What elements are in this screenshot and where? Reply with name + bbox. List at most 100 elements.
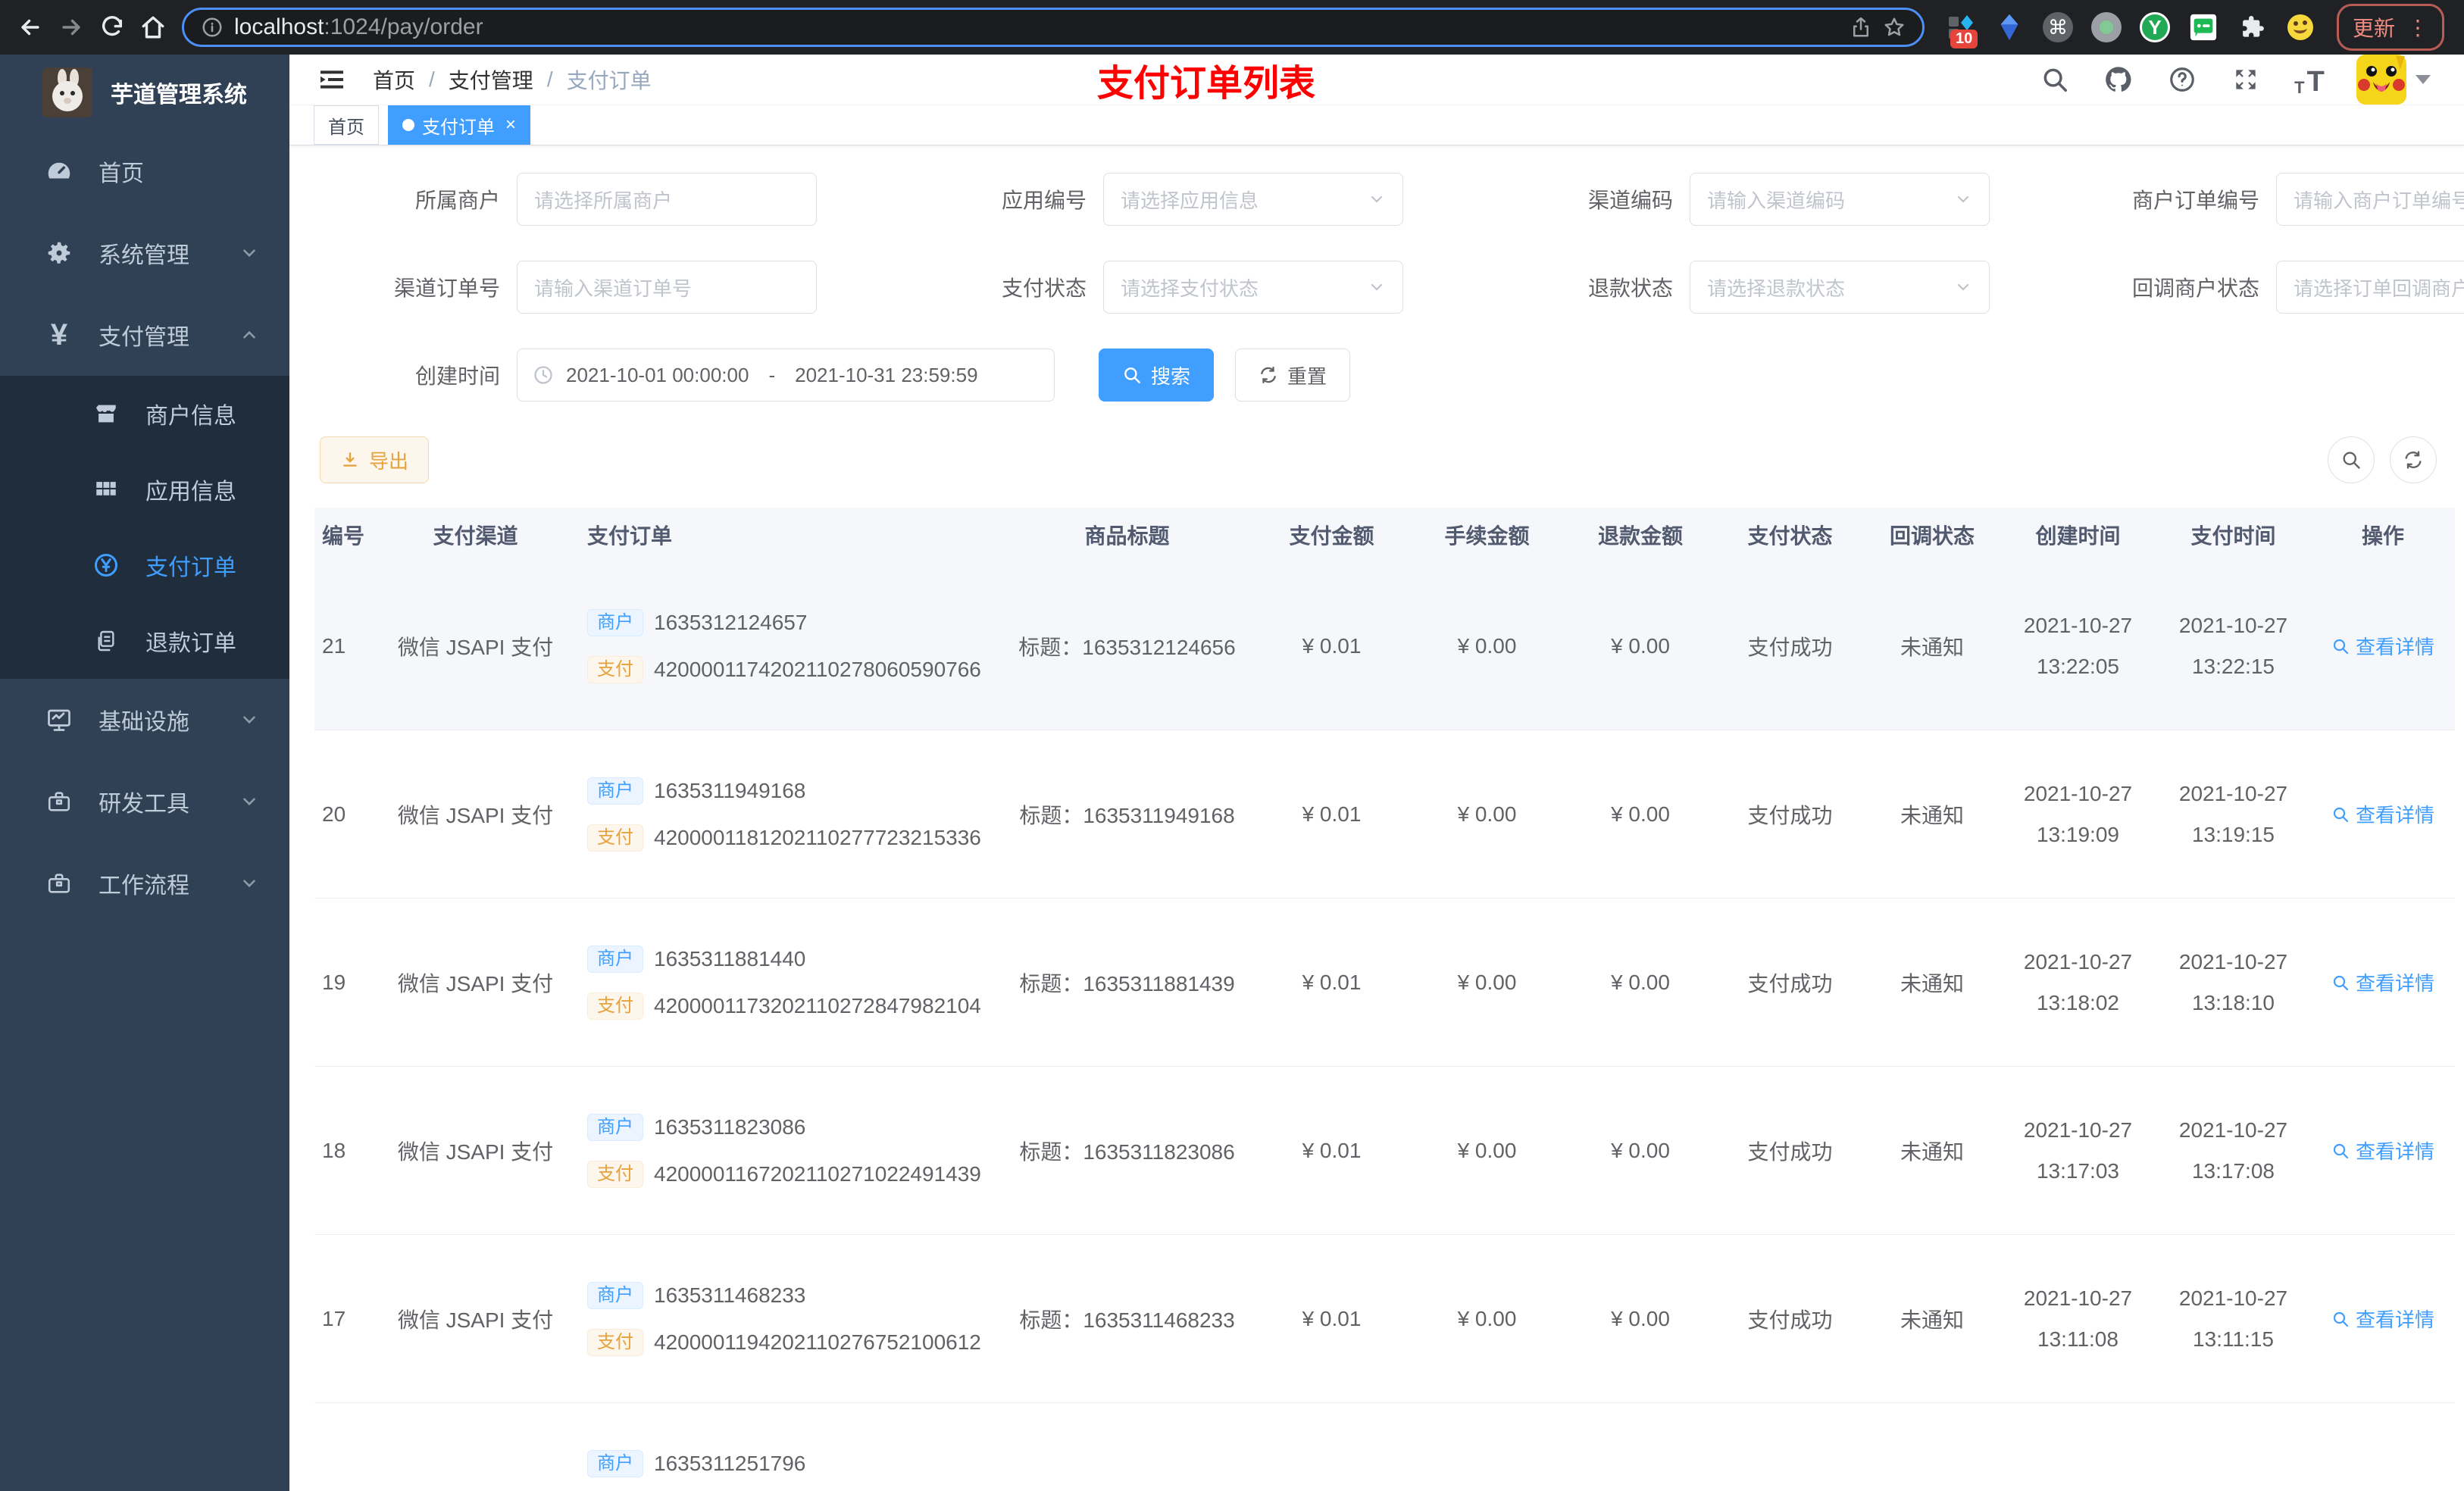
extension-y-icon[interactable]: Y bbox=[2138, 11, 2172, 44]
browser-back-button[interactable] bbox=[14, 11, 47, 44]
sidebar-item-devtools[interactable]: 研发工具 bbox=[0, 761, 289, 842]
browser-chrome: localhost:1024/pay/order 10 ⌘ Y 更新 ⋮ bbox=[0, 0, 2464, 55]
col-notify-status: 回调状态 bbox=[1889, 524, 1975, 548]
breadcrumb-home[interactable]: 首页 bbox=[373, 64, 415, 95]
app-no-select[interactable]: 请选择应用信息 bbox=[1103, 173, 1403, 226]
breadcrumb-separator: / bbox=[429, 67, 435, 91]
browser-reload-button[interactable] bbox=[95, 11, 129, 44]
magnifier-icon bbox=[2333, 807, 2349, 822]
create-time-range-picker[interactable]: 2021-10-01 00:00:00 - 2021-10-31 23:59:5… bbox=[517, 349, 1055, 402]
merchant-order-no-input[interactable]: 请输入商户订单编号 bbox=[2276, 173, 2464, 226]
action-cell: 查看详情 bbox=[2311, 800, 2455, 828]
sidebar-logo[interactable]: 芋道管理系统 bbox=[0, 55, 289, 130]
merchant-tag: 商户 bbox=[587, 777, 643, 805]
command-glyph: ⌘ bbox=[2048, 15, 2068, 39]
breadcrumb-pay[interactable]: 支付管理 bbox=[449, 64, 533, 95]
pay-submenu: 商户信息 应用信息 支付订单 退款订单 bbox=[0, 376, 289, 679]
refresh-button[interactable] bbox=[2390, 436, 2437, 483]
refund-status-select[interactable]: 请选择退款状态 bbox=[1690, 261, 1990, 314]
sidebar-toggle-icon[interactable] bbox=[315, 63, 349, 96]
product-title: 标题：1635311468233 bbox=[1019, 1308, 1235, 1332]
sidebar-item-system[interactable]: 系统管理 bbox=[0, 212, 289, 294]
channel-order-no-input[interactable]: 请输入渠道订单号 bbox=[517, 261, 817, 314]
view-detail-link[interactable]: 查看详情 bbox=[2331, 632, 2434, 660]
extension-badge: 10 bbox=[1950, 30, 1978, 48]
url-path: :1024/pay/order bbox=[324, 14, 483, 39]
view-detail-link[interactable]: 查看详情 bbox=[2331, 1136, 2434, 1164]
sidebar-item-label: 研发工具 bbox=[98, 792, 189, 817]
extension-command-icon[interactable]: ⌘ bbox=[2041, 11, 2075, 44]
sidebar-item-app-info[interactable]: 应用信息 bbox=[0, 452, 289, 527]
reset-button[interactable]: 重置 bbox=[1235, 349, 1351, 402]
view-detail-link[interactable]: 查看详情 bbox=[2331, 968, 2434, 996]
extension-grid-icon[interactable]: 10 bbox=[1944, 11, 1978, 48]
fullscreen-icon[interactable] bbox=[2229, 63, 2262, 96]
filter-label: 渠道编码 bbox=[1587, 189, 1673, 212]
github-icon[interactable] bbox=[2102, 63, 2135, 96]
sidebar-item-pay-order[interactable]: 支付订单 bbox=[0, 527, 289, 603]
yen-icon: ¥ bbox=[50, 317, 68, 352]
site-info-icon[interactable] bbox=[201, 16, 224, 39]
pay-channel: 微信 JSAPI 支付 bbox=[397, 635, 554, 659]
tag-home[interactable]: 首页 bbox=[314, 105, 379, 145]
font-size-icon[interactable]: T T bbox=[2293, 63, 2326, 96]
col-pay-status: 支付状态 bbox=[1747, 524, 1833, 548]
chevron-down-icon bbox=[239, 874, 259, 893]
merchant-input[interactable]: 请选择所属商户 bbox=[517, 173, 817, 226]
page-title: 支付订单列表 bbox=[1096, 64, 1316, 104]
pay-amount: ¥ 0.01 bbox=[1302, 1138, 1362, 1162]
notify-status-select[interactable]: 请选择订单回调商户状态 bbox=[2276, 261, 2464, 314]
browser-menu-icon[interactable]: ⋮ bbox=[2407, 15, 2428, 40]
share-icon[interactable] bbox=[1850, 16, 1872, 39]
extension-puzzle-icon[interactable] bbox=[2235, 11, 2269, 44]
extension-chat-icon[interactable] bbox=[2187, 11, 2220, 44]
sidebar-item-pay[interactable]: ¥ 支付管理 bbox=[0, 294, 289, 376]
fee-amount: ¥ 0.00 bbox=[1457, 1138, 1517, 1162]
merchant-order-no: 1635311949168 bbox=[654, 778, 806, 802]
sidebar-item-merchant-info[interactable]: 商户信息 bbox=[0, 376, 289, 452]
close-icon[interactable]: × bbox=[505, 114, 516, 136]
address-bar[interactable]: localhost:1024/pay/order bbox=[182, 8, 1925, 47]
search-icon[interactable] bbox=[2038, 63, 2072, 96]
notify-status: 未通知 bbox=[1900, 1139, 1964, 1164]
sidebar-item-infrastructure[interactable]: 基础设施 bbox=[0, 679, 289, 761]
browser-forward-button[interactable] bbox=[55, 11, 88, 44]
search-button[interactable]: 搜索 bbox=[1099, 349, 1215, 402]
pay-status: 支付成功 bbox=[1747, 803, 1833, 827]
pay-status-select[interactable]: 请选择支付状态 bbox=[1103, 261, 1403, 314]
extension-record-icon[interactable] bbox=[2090, 11, 2123, 44]
date-end: 2021-10-31 23:59:59 bbox=[795, 363, 978, 386]
toggle-search-button[interactable] bbox=[2328, 436, 2375, 483]
fee-amount: ¥ 0.00 bbox=[1457, 970, 1517, 994]
browser-update-button[interactable]: 更新 ⋮ bbox=[2337, 4, 2445, 51]
dashboard-icon bbox=[42, 157, 76, 186]
update-label: 更新 bbox=[2353, 17, 2396, 40]
help-icon[interactable] bbox=[2165, 63, 2199, 96]
gear-icon bbox=[42, 239, 76, 267]
bookmark-star-icon[interactable] bbox=[1883, 16, 1906, 39]
product-title: 标题：1635312124656 bbox=[1018, 635, 1236, 659]
refund-amount: ¥ 0.00 bbox=[1611, 633, 1670, 658]
table-row: 商户 1635311251796 支付 bbox=[314, 1403, 2455, 1491]
user-menu[interactable] bbox=[2356, 55, 2431, 105]
merchant-tag: 商户 bbox=[587, 608, 643, 636]
tag-pay-order[interactable]: 支付订单 × bbox=[388, 105, 531, 145]
sidebar-item-workflow[interactable]: 工作流程 bbox=[0, 842, 289, 924]
merchant-order-no: 1635312124657 bbox=[654, 610, 808, 634]
channel-code-select[interactable]: 请输入渠道编码 bbox=[1690, 173, 1990, 226]
sidebar-item-home[interactable]: 首页 bbox=[0, 130, 289, 212]
pay-order-cell: 商户 1635311468233 支付 42000011942021102767… bbox=[564, 1281, 1000, 1356]
view-detail-link[interactable]: 查看详情 bbox=[2331, 800, 2434, 828]
extension-emoji-icon[interactable] bbox=[2284, 11, 2317, 44]
extension-kite-icon[interactable] bbox=[1993, 11, 2026, 44]
view-detail-link[interactable]: 查看详情 bbox=[2331, 1305, 2434, 1333]
sidebar: 芋道管理系统 首页 系统管理 ¥ 支付管理 商户信息 应用信息 支付订单 退款订… bbox=[0, 55, 289, 1491]
create-time: 2021-10-27 13:22:05 bbox=[2023, 613, 2133, 678]
sidebar-item-refund-order[interactable]: 退款订单 bbox=[0, 603, 289, 679]
pay-amount: ¥ 0.01 bbox=[1302, 1306, 1362, 1330]
export-button[interactable]: 导出 bbox=[320, 436, 430, 483]
magnifier-icon bbox=[2333, 1143, 2349, 1158]
browser-home-button[interactable] bbox=[136, 11, 170, 44]
filter-channel-order-no: 渠道订单号 请输入渠道订单号 bbox=[320, 261, 817, 314]
notify-status: 未通知 bbox=[1900, 803, 1964, 827]
